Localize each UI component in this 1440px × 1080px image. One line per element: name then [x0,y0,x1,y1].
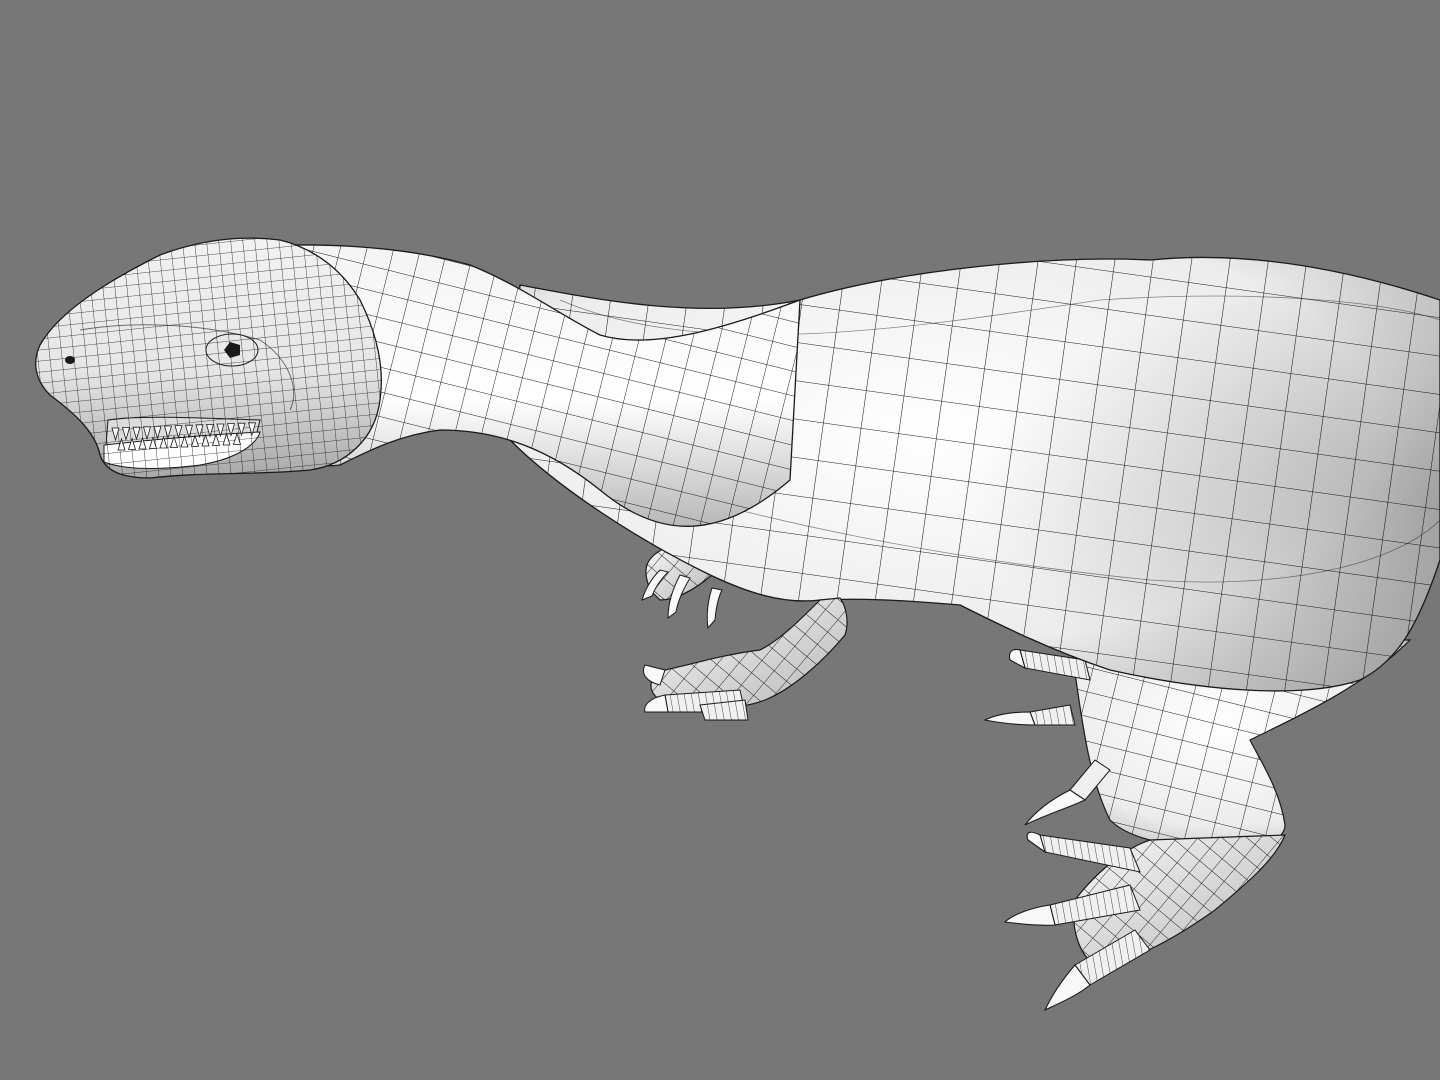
render-canvas [0,0,1440,1080]
3d-viewport[interactable] [0,0,1440,1080]
eye [205,333,259,367]
nostril [65,356,75,364]
